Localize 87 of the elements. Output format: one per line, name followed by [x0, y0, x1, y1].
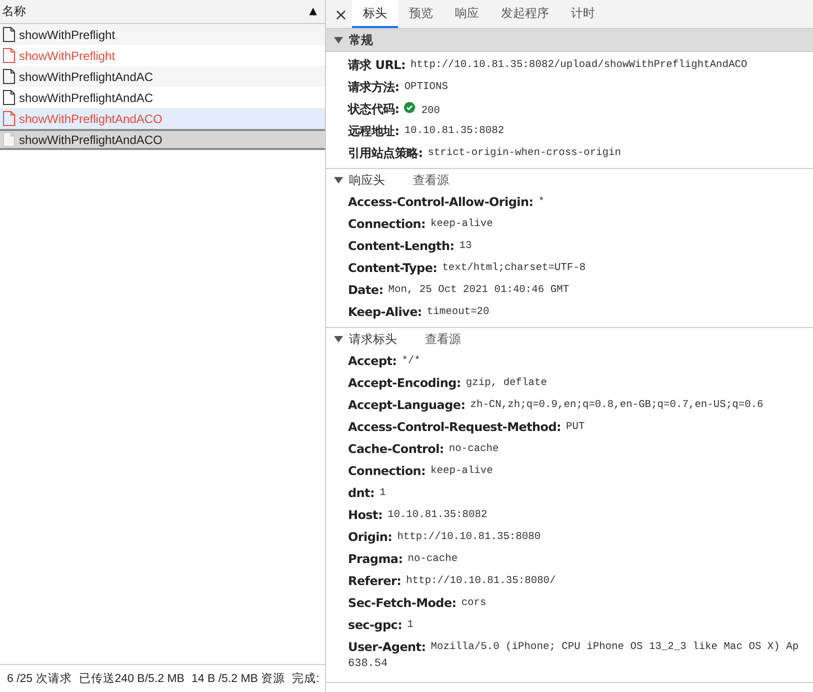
header-value: http://10.10.81.35:8082/upload/showWithPreflightAndACO	[410, 59, 748, 71]
header-value: strict-origin-when-cross-origin	[428, 147, 622, 159]
header-value: 1	[407, 619, 414, 631]
collapse-triangle-icon	[334, 36, 343, 44]
document-icon	[3, 90, 15, 105]
header-name: Accept:	[348, 354, 397, 368]
status-text: 完成:	[292, 671, 320, 686]
header-value: Mon, 25 Oct 2021 01:40:46 GMT	[388, 284, 570, 296]
header-value: http://10.10.81.35:8080/	[406, 575, 556, 587]
column-title: 名称	[2, 3, 26, 20]
header-name: 引用站点策略:	[348, 144, 423, 162]
section-header[interactable]: 响应头 查看源	[326, 169, 813, 191]
view-source-link[interactable]: 查看源	[413, 172, 449, 188]
header-name: Pragma:	[348, 552, 403, 566]
document-icon	[3, 69, 15, 84]
header-name: Accept-Language:	[348, 398, 466, 412]
header-name: Keep-Alive:	[348, 305, 422, 319]
tab[interactable]: 预览	[398, 0, 444, 28]
status-text: 6 /25 次请求	[7, 672, 72, 686]
request-name: showWithPreflightAndACO	[19, 112, 162, 126]
header-name: Date:	[348, 283, 384, 297]
header-value: no-cache	[448, 443, 499, 455]
header-value: cors	[461, 597, 486, 609]
document-icon	[3, 111, 15, 126]
header-value: no-cache	[408, 553, 458, 565]
header-value: PUT	[566, 421, 585, 433]
column-header[interactable]: 名称 ▲	[0, 0, 325, 24]
header-value: timeout=20	[426, 306, 490, 318]
header-name: Referer:	[348, 574, 402, 588]
tab[interactable]: 计时	[560, 0, 606, 28]
header-name: Access-Control-Request-Method:	[348, 420, 562, 434]
header-value: text/html;charset=UTF-8	[442, 262, 586, 274]
close-button[interactable]: ×	[330, 0, 352, 28]
header-name: Access-Control-Allow-Origin:	[348, 195, 534, 209]
header-value: keep-alive	[430, 465, 493, 477]
document-icon	[3, 132, 15, 147]
header-name: 请求 URL:	[348, 56, 406, 74]
header-value: 10.10.81.35:8082	[404, 125, 504, 137]
request-row[interactable]: showWithPreflight	[0, 24, 325, 45]
view-source-link[interactable]: 查看源	[425, 330, 461, 348]
header-value: 1	[379, 487, 386, 499]
header-value: gzip, deflate	[466, 377, 547, 389]
document-icon	[3, 48, 15, 63]
section-header[interactable]: 常规	[326, 29, 813, 52]
header-name: Cache-Control:	[348, 442, 444, 456]
sort-icon: ▲	[309, 6, 317, 17]
request-row[interactable]: showWithPreflightAndAC	[0, 66, 325, 87]
header-name: 请求方法:	[348, 78, 400, 96]
header-value: keep-alive	[430, 218, 493, 230]
header-name: Content-Length:	[348, 239, 454, 253]
request-name: showWithPreflightAndAC	[19, 70, 154, 84]
header-name: Origin:	[348, 530, 392, 544]
section-header[interactable]: 请求标头 查看源	[326, 328, 813, 350]
header-value: OPTIONS	[404, 81, 448, 93]
header-name: Sec-Fetch-Mode:	[348, 596, 456, 610]
document-icon	[3, 27, 15, 42]
request-name: showWithPreflight	[19, 28, 116, 42]
status-text: 已传送240 B/5.2 MB	[78, 672, 184, 686]
tab[interactable]: 响应	[444, 0, 490, 28]
request-row[interactable]: showWithPreflightAndACO	[0, 129, 325, 150]
header-name: Content-Type:	[348, 261, 438, 275]
tab[interactable]: 标头	[352, 0, 398, 28]
header-name: sec-gpc:	[348, 618, 402, 632]
header-value: 638.54	[348, 658, 389, 672]
header-value: 10.10.81.35:8082	[387, 509, 488, 521]
header-value: Mozilla/5.0 (iPhone; CPU iPhone OS 13_2_3 like Mac OS X) Ap	[430, 641, 799, 653]
header-name: Host:	[348, 508, 382, 522]
request-name: showWithPreflightAndAC	[19, 90, 154, 104]
header-value: zh-CN,zh;q=0.9,en;q=0.8,en-GB;q=0.7,en-US;q=0.6	[470, 399, 764, 411]
header-name: 状态代码:	[348, 100, 400, 118]
tab[interactable]: 发起程序	[490, 0, 560, 28]
collapse-triangle-icon	[334, 335, 343, 343]
collapse-triangle-icon	[334, 176, 343, 184]
header-value: *	[538, 196, 544, 208]
header-name: User-Agent:	[348, 640, 426, 654]
status-text: 14 B /5.2 MB 资源	[191, 672, 286, 686]
header-name: 远程地址:	[348, 122, 400, 140]
header-name: dnt:	[348, 486, 374, 500]
header-name: Accept-Encoding:	[348, 376, 461, 390]
header-name: Connection:	[348, 217, 426, 231]
header-value: */*	[402, 355, 420, 367]
header-value: http://10.10.81.35:8080	[397, 531, 541, 543]
header-name: Connection:	[348, 464, 426, 478]
header-value: 13	[459, 240, 472, 252]
header-value: 200	[421, 105, 440, 117]
request-name: showWithPreflight	[19, 48, 116, 62]
request-name: showWithPreflightAndACO	[19, 132, 162, 146]
